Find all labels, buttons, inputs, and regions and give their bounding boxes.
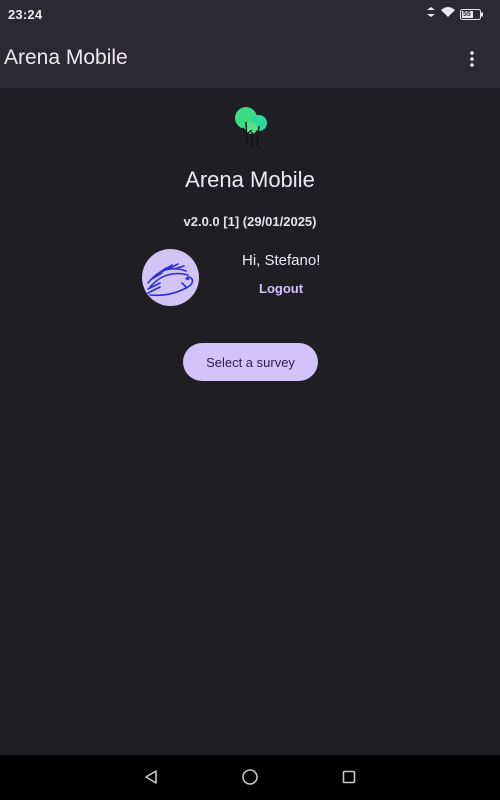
version-label: v2.0.0 [1] (29/01/2025) <box>183 214 317 229</box>
battery-icon: 55 <box>460 8 484 20</box>
status-time: 23:24 <box>8 7 43 22</box>
app-bar-title: Arena Mobile <box>4 46 128 69</box>
status-bar: 23:24 55 <box>0 0 500 30</box>
recents-square-icon[interactable] <box>339 767 359 787</box>
logout-button[interactable]: Logout <box>259 281 303 296</box>
select-survey-button[interactable]: Select a survey <box>183 343 318 381</box>
vibrate-icon <box>426 5 436 23</box>
greeting-text: Hi, Stefano! <box>242 252 321 269</box>
system-nav-bar <box>0 755 500 800</box>
back-triangle-icon[interactable] <box>141 767 161 787</box>
page-title: Arena Mobile <box>185 167 315 192</box>
app-bar: Arena Mobile <box>0 30 500 88</box>
wifi-icon <box>440 5 456 23</box>
home-circle-icon[interactable] <box>240 767 260 787</box>
porcupine-icon <box>147 263 194 297</box>
battery-level: 55 <box>463 10 471 18</box>
arena-trees-logo <box>232 104 270 148</box>
home-content: Arena Mobile v2.0.0 [1] (29/01/2025) Hi,… <box>0 88 500 755</box>
avatar <box>142 249 199 306</box>
more-vert-icon[interactable] <box>460 47 484 71</box>
status-icons: 55 <box>426 7 484 21</box>
screen: 23:24 55 Arena Mobile Arena Mobile v2.0.… <box>0 0 500 800</box>
